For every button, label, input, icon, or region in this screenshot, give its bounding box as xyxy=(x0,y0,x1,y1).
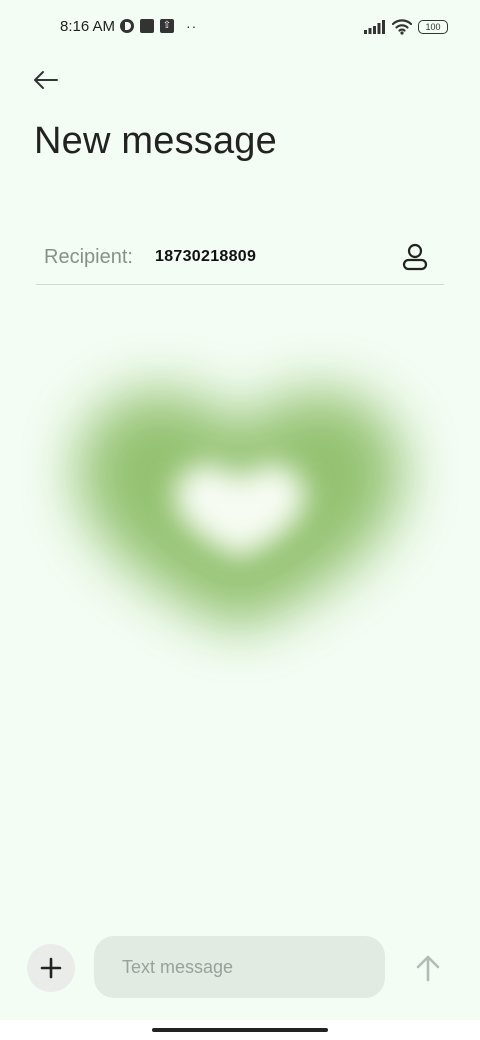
add-attachment-button[interactable] xyxy=(27,944,75,992)
heart-illustration xyxy=(76,390,404,630)
recipient-value[interactable]: 18730218809 xyxy=(155,248,256,266)
square-app-icon xyxy=(140,19,154,33)
status-icons-right: 100 xyxy=(364,19,448,35)
send-button[interactable] xyxy=(410,950,446,986)
signal-icon xyxy=(364,20,385,34)
status-time: 8:16 AM xyxy=(60,18,116,35)
plus-icon xyxy=(40,957,62,979)
page-title: New message xyxy=(34,120,277,162)
recipient-label: Recipient: xyxy=(44,246,133,268)
person-icon xyxy=(402,243,428,271)
arrow-up-icon xyxy=(416,955,440,982)
recipient-field[interactable]: Recipient: 18730218809 xyxy=(36,232,444,285)
upload-icon: ⇧ xyxy=(160,19,174,33)
contact-picker-button[interactable] xyxy=(400,242,430,272)
vpn-icon xyxy=(120,19,134,33)
composer-bar xyxy=(0,920,480,1020)
status-icons-left: ⇧ ·· xyxy=(120,19,197,33)
navigation-bar xyxy=(0,1020,480,1040)
text-message-input[interactable] xyxy=(94,936,385,998)
home-indicator[interactable] xyxy=(152,1028,328,1032)
wifi-icon xyxy=(392,19,412,35)
arrow-left-icon xyxy=(34,71,58,89)
battery-icon: 100 xyxy=(418,20,448,34)
status-bar: 8:16 AM ⇧ ·· 100 xyxy=(0,0,480,56)
back-button[interactable] xyxy=(26,62,66,98)
overflow-dots: ·· xyxy=(186,18,198,34)
